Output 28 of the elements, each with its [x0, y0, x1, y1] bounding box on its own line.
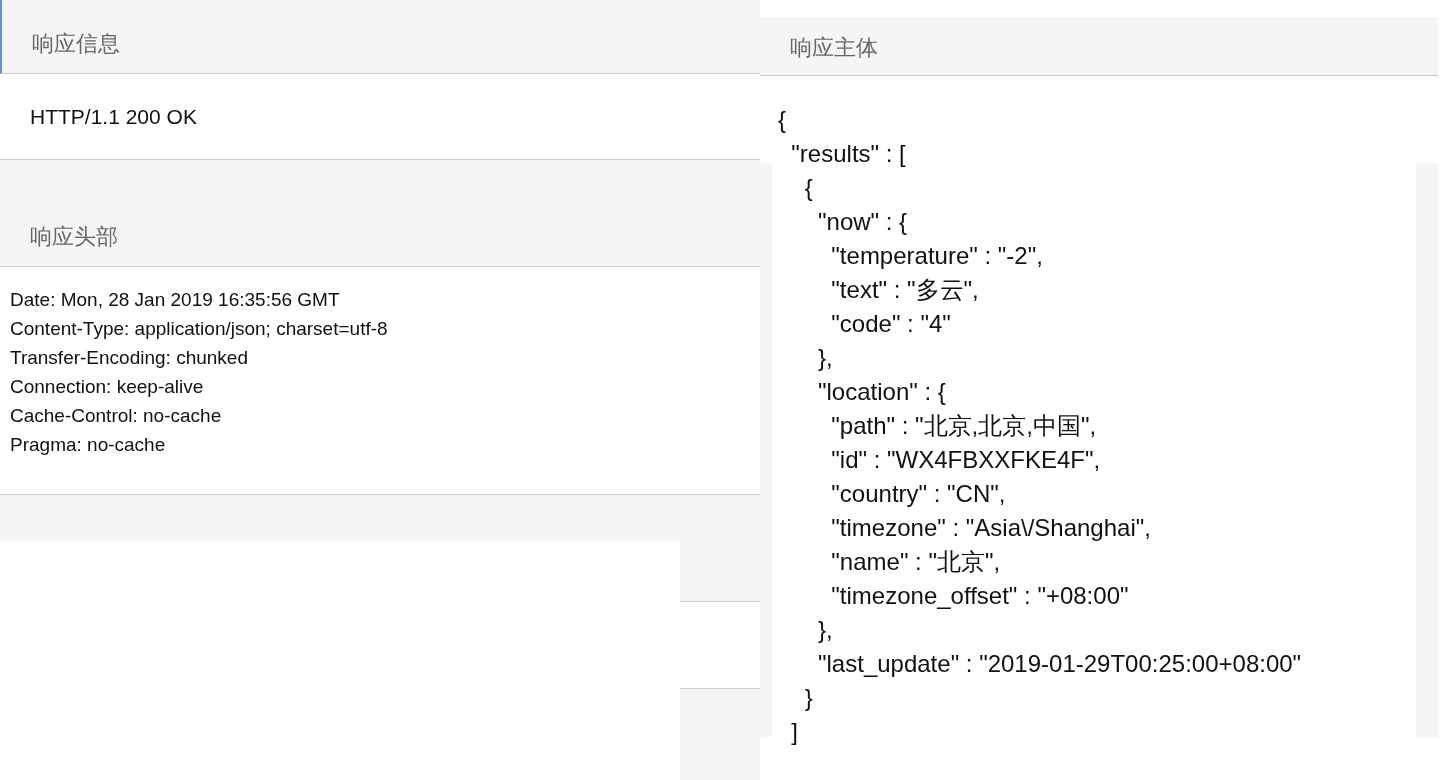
code-line: "country" : "CN", [830, 479, 1007, 509]
header-line: Date: Mon, 28 Jan 2019 16:35:56 GMT [10, 288, 341, 312]
header-line: Transfer-Encoding: chunked [10, 346, 249, 370]
header-line: Cache-Control: no-cache [10, 404, 223, 428]
code-line: { [803, 173, 814, 203]
code-line: "temperature" : "-2", [830, 241, 1044, 271]
code-line: "text" : "多云", [830, 275, 980, 305]
code-line: "id" : "WX4FBXXFKE4F", [830, 445, 1102, 475]
code-line: "last_update" : "2019-01-29T00:25:00+08:00" [817, 649, 1303, 679]
code-line: "results" : [ [790, 139, 907, 169]
code-line: "timezone" : "Asia\/Shanghai", [830, 513, 1152, 543]
section-title: 响应信息 [32, 30, 120, 58]
header-line: Content-Type: application/json; charset=utf-8 [10, 317, 389, 341]
code-line: } [803, 683, 814, 713]
section-title: 响应主体 [790, 34, 878, 62]
code-line: "now" : { [817, 207, 909, 237]
code-line: { [778, 105, 787, 135]
code-line: "location" : { [817, 377, 947, 407]
code-line: }, [817, 615, 834, 645]
header-line: Connection: keep-alive [10, 375, 205, 399]
code-line: ] [790, 717, 799, 747]
code-line: }, [817, 343, 834, 373]
code-line: "path" : "北京,北京,中国", [830, 411, 1098, 441]
section-title: 响应头部 [30, 223, 118, 251]
code-line: "code" : "4" [830, 309, 952, 339]
header-line: Pragma: no-cache [10, 433, 167, 457]
code-line: "name" : "北京", [830, 547, 1002, 577]
code-line: "timezone_offset" : "+08:00" [830, 581, 1130, 611]
